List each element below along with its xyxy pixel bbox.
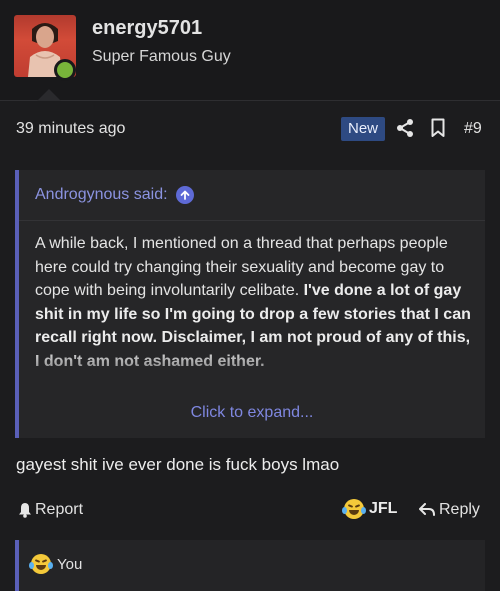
user-title: Super Famous Guy	[92, 48, 231, 65]
post-user-header: energy5701 Super Famous Guy	[0, 0, 500, 101]
post-message-text: gayest shit ive ever done is fuck boys l…	[16, 455, 340, 474]
post-actions-bar: Report JFL Reply	[0, 498, 500, 524]
quote-block: Androgynous said: A while back, I mentio…	[15, 170, 485, 438]
tears-of-joy-emoji-icon	[342, 499, 366, 519]
header-caret	[37, 89, 61, 101]
share-icon[interactable]	[396, 118, 414, 143]
reply-button[interactable]: Reply	[419, 501, 480, 519]
reactions-summary-bar[interactable]: You	[15, 540, 485, 591]
report-button[interactable]: Report	[18, 501, 83, 519]
reactions-label[interactable]: You	[57, 556, 82, 573]
avatar[interactable]	[14, 15, 76, 81]
tears-of-joy-emoji-icon	[29, 554, 53, 574]
quote-fade-overlay	[19, 346, 485, 396]
reply-label: Reply	[439, 501, 480, 518]
arrow-up-circle-icon[interactable]	[175, 186, 194, 204]
click-to-expand-link[interactable]: Click to expand...	[19, 404, 485, 422]
quote-author[interactable]: Androgynous said:	[35, 186, 168, 204]
post-number-link[interactable]: #9	[464, 120, 482, 138]
reaction-label: JFL	[369, 500, 398, 517]
quote-author-link[interactable]: Androgynous said:	[35, 186, 194, 204]
username[interactable]: energy5701	[92, 17, 202, 40]
online-status-indicator	[54, 59, 76, 81]
report-label: Report	[35, 501, 84, 518]
post-meta-row: 39 minutes ago New #9	[0, 112, 500, 146]
reaction-jfl-button[interactable]: JFL	[342, 499, 398, 519]
post-timestamp[interactable]: 39 minutes ago	[16, 120, 125, 138]
bell-icon	[19, 503, 31, 518]
quote-divider	[19, 220, 485, 221]
bookmark-icon[interactable]	[431, 118, 445, 143]
reply-arrow-icon	[419, 503, 435, 516]
new-badge: New	[341, 117, 386, 141]
